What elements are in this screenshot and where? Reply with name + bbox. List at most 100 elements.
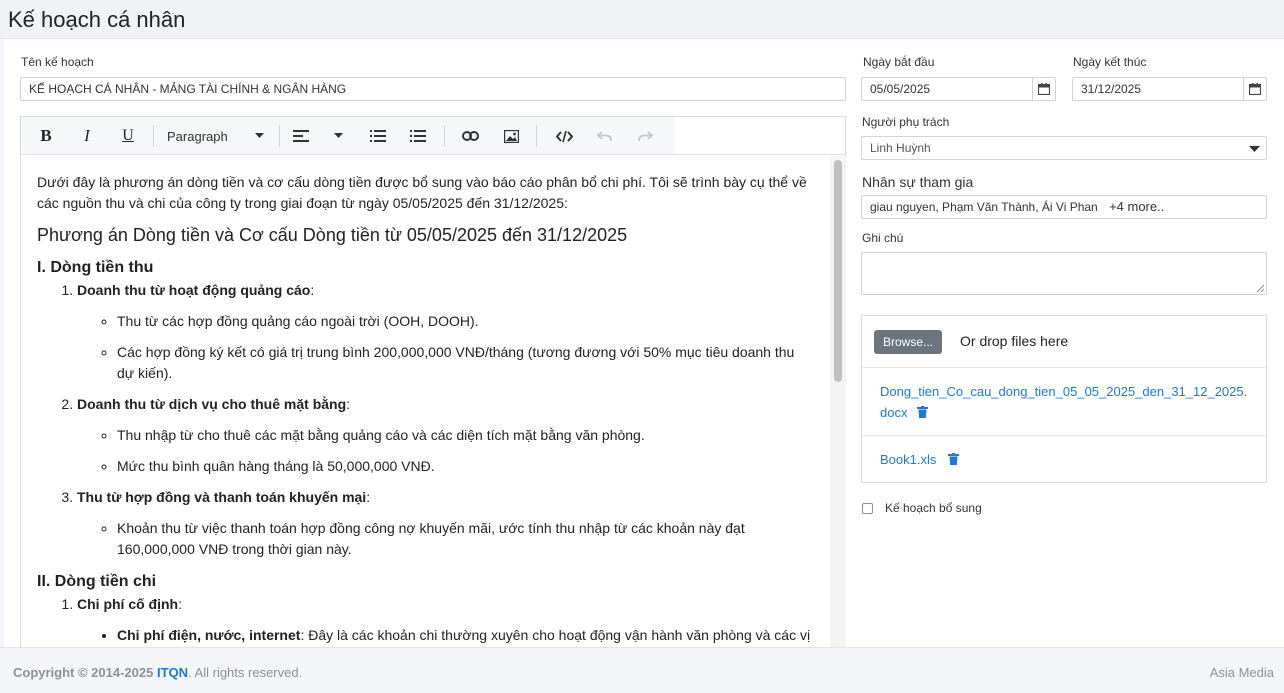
redo-button[interactable] [630,117,660,155]
list-item: Thu từ các hợp đồng quảng cáo ngoài trời… [117,311,813,332]
supplement-checkbox[interactable] [862,503,873,514]
end-date-input[interactable]: 31/12/2025 [1072,77,1267,101]
drop-hint: Or drop files here [960,333,1069,349]
align-left-icon [293,130,309,142]
start-date-value: 05/05/2025 [870,82,931,96]
editor-toolbar: B I U Paragraph [21,117,675,155]
calendar-button[interactable] [1032,78,1055,100]
notes-label: Ghi chú [862,231,904,245]
editor-scrollbar[interactable] [830,156,846,648]
members-label: Nhân sự tham gia [862,174,974,190]
item-title: Doanh thu từ dịch vụ cho thuê mặt bằng [77,396,347,412]
start-date-label: Ngày bắt đầu [863,55,935,69]
file-link[interactable]: Book1.xls [880,452,936,467]
section-title: II. Dòng tiền chi [37,573,157,590]
list-item: Các hợp đồng ký kết có giá trị trung bìn… [117,342,813,384]
item-title: Thu từ hợp đồng và thanh toán khuyến mại [77,489,367,505]
browse-button[interactable]: Browse... [874,330,942,354]
item-title: Chi phí cố định [77,596,179,612]
owner-label: Người phụ trách [862,115,950,129]
end-date-label: Ngày kết thúc [1073,55,1147,69]
plan-name-label: Tên kế hoạch [21,55,94,69]
doc-intro: Dưới đây là phương án dòng tiền và cơ cấ… [37,174,807,211]
file-item: Book1.xls [862,435,1266,482]
sub-list: Chi phí điện, nước, internet: Đây là các… [117,625,813,646]
owner-select[interactable]: Linh Huỳnh [861,136,1267,160]
file-item: Dong_tien_Co_cau_dong_tien_05_05_2025_de… [862,367,1266,435]
numbered-list-button[interactable] [363,117,393,155]
supplement-label: Kế hoạch bổ sung [885,501,982,515]
numbered-list-icon [370,129,386,142]
list-item: Khoản thu từ việc thanh toán hợp đồng cô… [117,518,813,560]
footer-right-text: Asia Media [1209,665,1274,680]
sub-list: Thu nhập từ cho thuê các mặt bằng quảng … [117,425,813,477]
copyright: Copyright © 2014-2025 ITQN. All rights r… [13,665,302,680]
notes-textarea[interactable] [861,252,1267,295]
item-title: Doanh thu từ hoạt động quảng cáo [77,282,311,298]
italic-button[interactable]: I [72,117,102,155]
section-title: I. Dòng tiền thu [37,259,154,276]
insert-image-button[interactable] [496,117,526,155]
list-item: Chi phí điện, nước, internet: Đây là các… [117,625,813,646]
owner-value: Linh Huỳnh [870,141,931,155]
underline-button[interactable]: U [113,117,143,155]
toolbar-separator [536,125,537,147]
page-title: Kế hoạch cá nhân [8,7,186,32]
footer: Copyright © 2014-2025 ITQN. All rights r… [0,647,1284,693]
list-item: Doanh thu từ hoạt động quảng cáo: Thu từ… [77,280,813,384]
calendar-icon [1038,83,1050,95]
sub-list: Thu từ các hợp đồng quảng cáo ngoài trời… [117,311,813,384]
bullet-list-icon [410,129,426,142]
end-date-value: 31/12/2025 [1081,82,1142,96]
main-panel: Tên kế hoạch KẾ HOẠCH CÁ NHÂN - MẢNG TÀI… [4,39,1284,648]
list-item: Thu từ hợp đồng và thanh toán khuyến mại… [77,487,813,560]
align-dropdown[interactable] [287,117,347,155]
brand-link[interactable]: ITQN [157,665,188,680]
sub-list: Khoản thu từ việc thanh toán hợp đồng cô… [117,518,813,560]
income-list: Doanh thu từ hoạt động quảng cáo: Thu từ… [77,280,813,560]
rich-text-editor: B I U Paragraph Dưới đây là phương án dò… [20,116,846,648]
list-item: Doanh thu từ dịch vụ cho thuê mặt bằng: … [77,394,813,477]
editor-content[interactable]: Dưới đây là phương án dòng tiền và cơ cấ… [21,156,829,648]
block-format-dropdown[interactable]: Paragraph [160,117,270,155]
item-text: : Đây là các khoản chi thường xuyên cho … [300,627,811,643]
insert-link-button[interactable] [455,117,485,155]
calendar-icon [1249,83,1261,95]
toolbar-separator [444,125,445,147]
link-icon [461,131,479,141]
start-date-input[interactable]: 05/05/2025 [861,77,1056,101]
toolbar-filler [675,117,845,155]
list-item: Thu nhập từ cho thuê các mặt bằng quảng … [117,425,813,446]
undo-icon [596,131,612,141]
members-value: giau nguyen, Phạm Văn Thành, Ái Vi Phan [870,200,1098,214]
trash-icon[interactable] [948,453,959,465]
source-code-button[interactable] [549,117,579,155]
resize-handle-icon[interactable] [1256,284,1264,292]
toolbar-separator [279,125,280,147]
file-upload-zone[interactable]: Browse... Or drop files here Dong_tien_C… [861,315,1267,483]
trash-icon[interactable] [917,406,929,418]
list-item: Mức thu bình quân hàng tháng là 50,000,0… [117,456,813,477]
chevron-down-icon [255,133,264,138]
members-select[interactable]: giau nguyen, Phạm Văn Thành, Ái Vi Phan … [861,195,1267,219]
members-more[interactable]: +4 more.. [1109,199,1164,214]
code-icon [555,130,573,142]
toolbar-separator [153,125,154,147]
copyright-text: Copyright © 2014-2025 [13,665,154,680]
rights-text: . All rights reserved. [188,665,303,680]
undo-button[interactable] [589,117,619,155]
chevron-down-icon [1249,146,1260,152]
block-format-label: Paragraph [167,128,228,144]
scrollbar-thumb[interactable] [834,160,842,382]
file-link[interactable]: Dong_tien_Co_cau_dong_tien_05_05_2025_de… [880,384,1247,420]
list-item: Chi phí cố định: Chi phí điện, nước, int… [77,594,813,646]
doc-heading: Phương án Dòng tiền và Cơ cấu Dòng tiền … [37,225,628,245]
redo-icon [637,131,653,141]
calendar-button[interactable] [1243,78,1266,100]
page-header: Kế hoạch cá nhân [0,0,1284,39]
plan-name-input[interactable]: KẾ HOẠCH CÁ NHÂN - MẢNG TÀI CHÍNH & NGÂN… [20,77,846,101]
chevron-down-icon [334,133,343,138]
bullet-list-button[interactable] [403,117,433,155]
image-icon [503,129,519,143]
bold-button[interactable]: B [31,117,61,155]
